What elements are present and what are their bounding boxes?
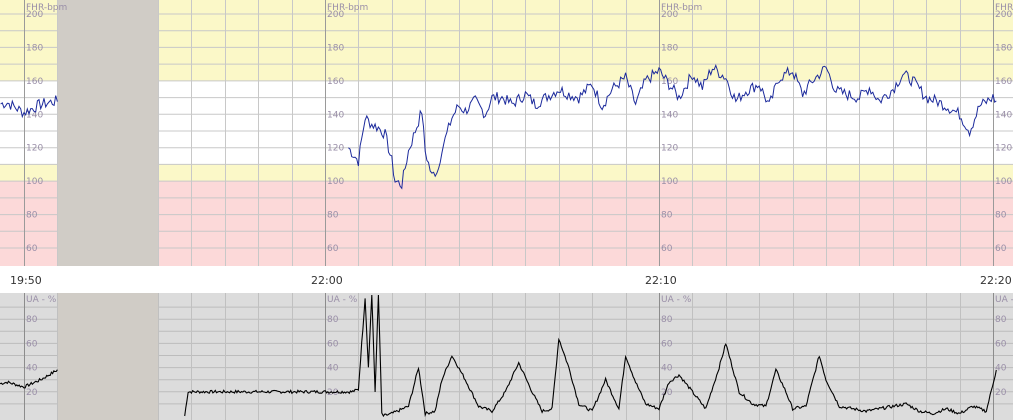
ua-tick-label: 40 <box>26 364 38 374</box>
fhr-tick-label: 100 <box>26 177 43 187</box>
ua-tick-label: 80 <box>995 315 1007 325</box>
fhr-tick-label: 160 <box>26 77 43 87</box>
fhr-tick-label: 80 <box>327 211 339 221</box>
ua-tick-label: 40 <box>661 364 673 374</box>
fhr-tick-label: 140 <box>327 110 344 120</box>
time-gap-bar <box>58 0 158 420</box>
fhr-tick-label: 80 <box>26 211 38 221</box>
ua-tick-label: 20 <box>995 388 1007 398</box>
fhr-tick-label: 140 <box>995 110 1012 120</box>
ua-axis-title: UA - % <box>327 295 358 305</box>
ua-tick-label: 60 <box>995 339 1007 349</box>
fhr-tick-label: 120 <box>995 144 1012 154</box>
fhr-tick-label: 100 <box>661 177 678 187</box>
fhr-tick-label: 160 <box>995 77 1012 87</box>
time-label-1950: 19:50 <box>10 274 42 287</box>
fhr-tick-label: 180 <box>327 43 344 53</box>
time-row <box>0 266 1013 293</box>
gap-bar-ua <box>58 293 158 420</box>
ua-tick-label: 80 <box>26 315 38 325</box>
ua-tick-label: 40 <box>995 364 1007 374</box>
ctg-tracing: FHR-bpm6080100120140160180200UA - %20406… <box>0 0 1013 420</box>
ua-tick-label: 60 <box>661 339 673 349</box>
time-label-2220: 22:20 <box>980 274 1012 287</box>
ua-tick-label: 80 <box>327 315 339 325</box>
ua-axis-title: UA - % <box>26 295 57 305</box>
ua-tick-label: 40 <box>327 364 339 374</box>
fhr-tick-label: 200 <box>327 10 344 20</box>
fhr-tick-label: 60 <box>26 244 38 254</box>
fhr-tick-label: 60 <box>661 244 673 254</box>
gap-bar-fhr <box>58 0 158 266</box>
fhr-tick-label: 60 <box>327 244 339 254</box>
fhr-tick-label: 120 <box>661 144 678 154</box>
ua-axis-title: UA - % <box>661 295 692 305</box>
ua-tick-label: 20 <box>26 388 38 398</box>
ua-axis-title: UA - % <box>995 295 1013 305</box>
fhr-tick-label: 200 <box>995 10 1012 20</box>
fhr-tick-label: 120 <box>327 144 344 154</box>
time-label-2210: 22:10 <box>645 274 677 287</box>
fhr-tick-label: 80 <box>995 211 1007 221</box>
fhr-tick-label: 200 <box>26 10 43 20</box>
time-label-2200: 22:00 <box>311 274 343 287</box>
fhr-tick-label: 180 <box>26 43 43 53</box>
ua-tick-label: 80 <box>661 315 673 325</box>
fhr-tick-label: 100 <box>327 177 344 187</box>
fhr-tick-label: 180 <box>995 43 1012 53</box>
ua-tick-label: 60 <box>327 339 339 349</box>
fhr-tick-label: 200 <box>661 10 678 20</box>
fhr-tick-label: 120 <box>26 144 43 154</box>
fhr-tick-label: 180 <box>661 43 678 53</box>
ua-tick-label: 60 <box>26 339 38 349</box>
fhr-tick-label: 100 <box>995 177 1012 187</box>
fhr-tick-label: 140 <box>661 110 678 120</box>
fhr-tick-label: 160 <box>327 77 344 87</box>
fhr-tick-label: 80 <box>661 211 673 221</box>
fhr-tick-label: 60 <box>995 244 1007 254</box>
